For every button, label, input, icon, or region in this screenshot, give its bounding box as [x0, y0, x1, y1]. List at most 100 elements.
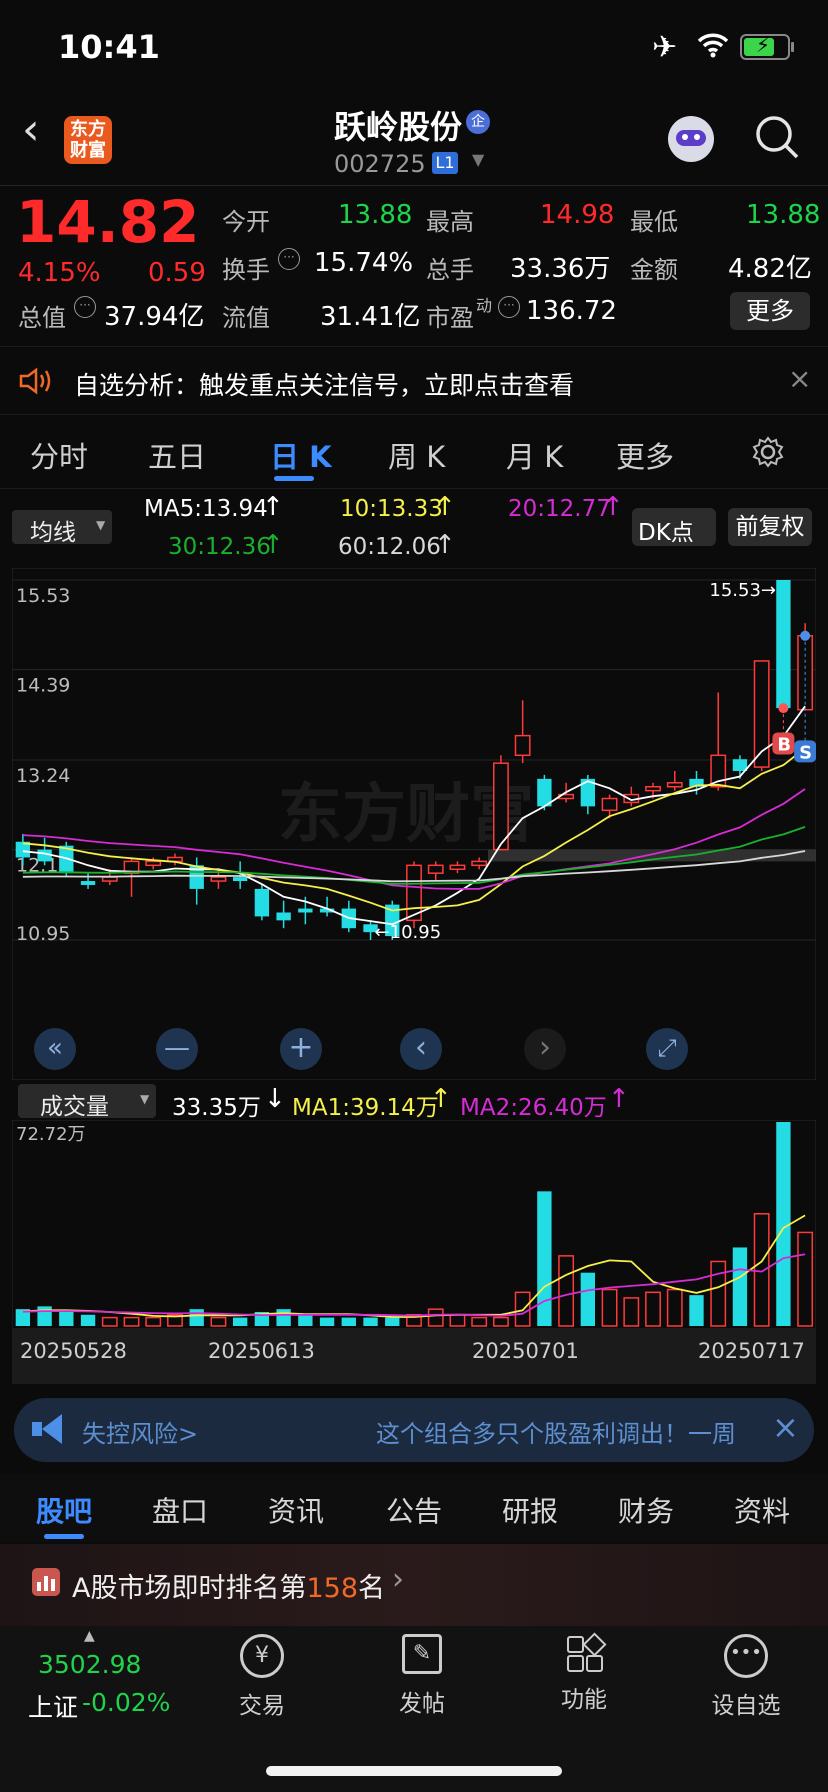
volume-bar — [732, 1247, 748, 1326]
search-icon[interactable] — [754, 114, 800, 160]
tab-more[interactable]: 更多 — [616, 434, 674, 476]
y-tick-label: 13.24 — [16, 765, 70, 787]
volume-bar — [776, 1122, 791, 1326]
dk-point-button[interactable]: DK点 — [632, 508, 716, 546]
nav-add-watchlist-label: 设自选 — [711, 1693, 781, 1719]
volume-bar — [319, 1317, 335, 1326]
app-logo[interactable]: 东方财富 — [64, 116, 112, 164]
scroll-left-icon[interactable]: ‹ — [400, 1028, 442, 1070]
notice-text: 自选分析：触发重点关注信号，立即点击查看 — [74, 371, 575, 400]
ma-selector[interactable]: 均线 ▼ — [12, 510, 112, 546]
chevron-down-icon: ▼ — [140, 1092, 150, 1106]
volume-chart[interactable]: 72.72万 20250528 20250613 20250701 20250717 — [12, 1120, 816, 1384]
nav-post[interactable]: ✎ 发帖 — [382, 1634, 462, 1718]
adjust-button[interactable]: 前复权 — [728, 508, 812, 546]
tab-research[interactable]: 研报 — [502, 1490, 558, 1530]
info-icon[interactable]: ··· — [74, 296, 96, 318]
promo-banner[interactable]: 失控风险> 这个组合多只个股盈利调出！一周 × — [14, 1398, 814, 1462]
ranking-row[interactable]: A股市场即时排名第158名 › — [0, 1544, 828, 1626]
more-button[interactable]: 更多 — [730, 292, 810, 330]
volume-selector[interactable]: 成交量 ▼ — [18, 1084, 156, 1120]
candlestick-chart[interactable]: 东方财富 15.5314.3913.2412.1010.9515.53→←10.… — [12, 568, 816, 1080]
volume-bar — [210, 1316, 227, 1327]
tab-finance[interactable]: 财务 — [618, 1490, 674, 1530]
speaker-icon — [19, 367, 51, 395]
nav-functions[interactable]: 功能 — [544, 1632, 624, 1714]
volume-bar — [59, 1311, 74, 1326]
scroll-left-fast-icon[interactable]: « — [34, 1028, 76, 1070]
volume-bar — [601, 1288, 618, 1327]
ma10-arrow-icon: ↑ — [434, 492, 456, 522]
section-tabs: 股吧 盘口 资讯 公告 研报 财务 资料 — [0, 1474, 828, 1542]
tab-announcement[interactable]: 公告 — [386, 1490, 442, 1530]
tab-profile[interactable]: 资料 — [734, 1490, 790, 1530]
edit-icon: ✎ — [402, 1634, 442, 1674]
banner-close-icon[interactable]: × — [772, 1408, 799, 1446]
info-icon[interactable]: ··· — [498, 296, 520, 318]
nav-add-watchlist[interactable]: ••• 设自选 — [706, 1634, 786, 1720]
candle-body — [427, 864, 444, 874]
zoom-out-icon[interactable]: — — [156, 1028, 198, 1070]
wifi-icon — [697, 33, 729, 58]
candle-body — [449, 864, 466, 871]
change-amount: 0.59 — [148, 258, 206, 288]
stock-name: 跃岭股份 — [334, 108, 463, 146]
candle-body — [276, 912, 291, 921]
x-tick-label: 20250528 — [20, 1339, 127, 1363]
dropdown-icon[interactable]: ▼ — [472, 150, 484, 169]
candle-body — [776, 580, 791, 709]
chart-nav: « — + ‹ › ⤢ — [0, 1028, 828, 1076]
tab-weekly-k[interactable]: 周 K — [388, 434, 445, 476]
close-icon[interactable]: × — [788, 362, 811, 395]
level-badge[interactable]: L1 — [432, 152, 458, 174]
volume-bar — [363, 1317, 378, 1326]
index-change: -0.02% — [82, 1688, 171, 1717]
logo-text: 东方财富 — [70, 119, 106, 161]
notice-bar[interactable]: 自选分析：触发重点关注信号，立即点击查看 × — [0, 348, 828, 414]
turnover-label: 换手 — [222, 256, 270, 284]
robot-assistant-icon[interactable] — [668, 116, 714, 162]
candle-body — [298, 908, 313, 913]
candle-body — [210, 876, 227, 882]
ma5-value: MA5:13.94 — [144, 496, 268, 522]
scroll-right-icon[interactable]: › — [524, 1028, 566, 1070]
status-time: 10:41 — [58, 28, 160, 66]
volume-header: 成交量 ▼ 33.35万 ↓ MA1:39.14万 ↑ MA2:26.40万 ↑ — [0, 1082, 828, 1122]
candle-body — [514, 734, 531, 757]
candle-body — [732, 759, 748, 772]
settings-gear-icon[interactable] — [752, 436, 784, 468]
ma30-arrow-icon: ↑ — [262, 530, 284, 560]
ma20-arrow-icon: ↑ — [602, 492, 624, 522]
nav-trade[interactable]: ¥ 交易 — [222, 1634, 302, 1720]
pe-label: 市盈 — [426, 304, 474, 332]
tab-monthly-k[interactable]: 月 K — [506, 434, 563, 476]
tab-five-day[interactable]: 五日 — [148, 434, 206, 476]
tab-pankou[interactable]: 盘口 — [152, 1490, 208, 1530]
sell-marker-dot — [800, 630, 811, 641]
volume-bar — [385, 1317, 400, 1326]
volume-bar — [689, 1295, 704, 1326]
tab-news[interactable]: 资讯 — [268, 1490, 324, 1530]
airplane-icon: ✈ — [652, 30, 678, 65]
ma-bar: 均线 ▼ MA5:13.94 ↑ 10:13.33 ↑ 20:12.77 ↑ 3… — [0, 490, 828, 570]
volume-bar — [580, 1272, 596, 1326]
index-value[interactable]: 3502.98 — [38, 1650, 141, 1679]
candle-body — [254, 888, 270, 917]
chevron-down-icon: ▼ — [96, 518, 106, 532]
tab-fenshi[interactable]: 分时 — [30, 434, 88, 476]
tab-daily-k[interactable]: 日 K — [270, 434, 332, 476]
volume-bar — [189, 1309, 204, 1326]
open-value: 13.88 — [338, 200, 413, 230]
y-tick-label: 10.95 — [16, 923, 70, 945]
grid-icon — [565, 1632, 607, 1672]
back-icon[interactable]: ‹ — [22, 104, 40, 155]
zoom-in-icon[interactable]: + — [280, 1028, 322, 1070]
float-label: 流值 — [222, 304, 270, 332]
y-tick-label: 15.53 — [16, 585, 70, 607]
tab-guba[interactable]: 股吧 — [36, 1490, 92, 1530]
index-name: 上证 — [28, 1693, 79, 1722]
fullscreen-icon[interactable]: ⤢ — [646, 1028, 688, 1070]
high-annotation: 15.53→ — [709, 580, 776, 601]
volume-bar — [80, 1314, 96, 1326]
info-icon[interactable]: ··· — [278, 248, 300, 270]
